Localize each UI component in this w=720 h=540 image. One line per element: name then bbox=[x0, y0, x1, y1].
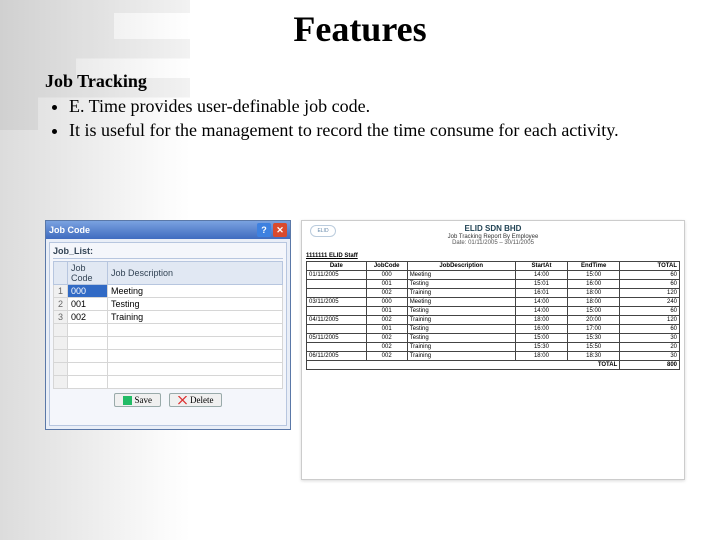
report-row: 002Training16:0118:00120 bbox=[307, 288, 680, 297]
report-date-range: Date: 01/11/2005 – 30/11/2005 bbox=[306, 240, 680, 247]
report-title: Job Tracking Report By Employee bbox=[306, 234, 680, 241]
table-row[interactable] bbox=[54, 350, 283, 363]
rcol-end: EndTime bbox=[568, 261, 620, 270]
rcol-code: JobCode bbox=[366, 261, 407, 270]
delete-label: Delete bbox=[190, 395, 213, 405]
report-row: 001Testing14:0015:0060 bbox=[307, 306, 680, 315]
report-row: 06/11/2005002Training18:0018:3030 bbox=[307, 351, 680, 360]
close-icon[interactable]: ✕ bbox=[273, 223, 287, 237]
col-code: Job Code bbox=[68, 262, 108, 285]
report-row: 01/11/2005000Meeting14:0015:0060 bbox=[307, 270, 680, 279]
rcol-total: TOTAL bbox=[620, 261, 680, 270]
dialog-titlebar[interactable]: Job Code ? ✕ bbox=[46, 221, 290, 239]
cell-selected[interactable]: 000 bbox=[68, 285, 108, 298]
rcol-start: StartAt bbox=[515, 261, 567, 270]
report-table: Date JobCode JobDescription StartAt EndT… bbox=[306, 261, 680, 370]
report-total-row: TOTAL 800 bbox=[307, 360, 680, 369]
company-logo: ELID bbox=[310, 225, 336, 237]
save-button[interactable]: Save bbox=[114, 393, 162, 407]
job-tracking-report: ELID ELID SDN BHD Job Tracking Report By… bbox=[301, 220, 685, 480]
report-employee: 1111111 ELID Staff bbox=[306, 253, 680, 259]
table-row[interactable] bbox=[54, 337, 283, 350]
delete-icon bbox=[178, 396, 187, 405]
delete-button[interactable]: Delete bbox=[169, 393, 222, 407]
table-row[interactable]: 3 002 Training bbox=[54, 311, 283, 324]
table-row[interactable] bbox=[54, 324, 283, 337]
help-icon[interactable]: ? bbox=[257, 223, 271, 237]
table-row[interactable]: 2 001 Testing bbox=[54, 298, 283, 311]
col-desc: Job Description bbox=[108, 262, 283, 285]
jobcode-table[interactable]: Job Code Job Description 1 000 Meeting 2… bbox=[53, 261, 283, 389]
table-row[interactable] bbox=[54, 376, 283, 389]
bullet-item: E. Time provides user-definable job code… bbox=[69, 95, 685, 118]
table-row[interactable]: 1 000 Meeting bbox=[54, 285, 283, 298]
report-row: 001Testing16:0017:0060 bbox=[307, 324, 680, 333]
bullet-item: It is useful for the management to recor… bbox=[69, 119, 685, 142]
total-label: TOTAL bbox=[307, 360, 620, 369]
report-row: 03/11/2005000Meeting14:0018:00240 bbox=[307, 297, 680, 306]
rcol-date: Date bbox=[307, 261, 367, 270]
save-label: Save bbox=[135, 395, 153, 405]
report-company: ELID SDN BHD bbox=[306, 225, 680, 234]
rcol-desc: JobDescription bbox=[407, 261, 515, 270]
body-text: Job Tracking E. Time provides user-defin… bbox=[45, 70, 685, 144]
grand-total: 800 bbox=[620, 360, 680, 369]
jobcode-dialog: Job Code ? ✕ Job_List: Job Code Job Desc… bbox=[45, 220, 291, 430]
col-rownum bbox=[54, 262, 68, 285]
section-heading: Job Tracking bbox=[45, 70, 685, 93]
report-row: 05/11/2005002Testing15:0015:3030 bbox=[307, 333, 680, 342]
report-row: 002Training15:3015:5020 bbox=[307, 342, 680, 351]
report-row: 04/11/2005002Training18:0020:00120 bbox=[307, 315, 680, 324]
save-icon bbox=[123, 396, 132, 405]
dialog-title: Job Code bbox=[49, 225, 255, 235]
report-row: 001Testing15:0116:0060 bbox=[307, 279, 680, 288]
table-row[interactable] bbox=[54, 363, 283, 376]
panel-caption: Job_List: bbox=[53, 246, 283, 259]
slide-title: Features bbox=[0, 8, 720, 50]
